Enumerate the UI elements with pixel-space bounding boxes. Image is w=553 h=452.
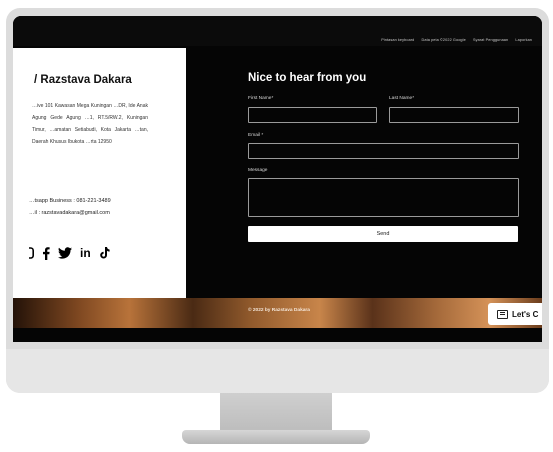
map-terms-link[interactable]: Syarat Penggunaan (473, 38, 508, 42)
twitter-icon[interactable] (58, 247, 72, 259)
first-name-label: First Name* (248, 96, 274, 101)
monitor-stand-base (182, 430, 370, 444)
last-name-label: Last Name* (389, 96, 415, 101)
social-links: in (29, 246, 110, 260)
monitor-stand-neck (220, 393, 332, 433)
form-title: Nice to hear from you (248, 72, 367, 84)
message-label: Message (248, 168, 268, 173)
last-name-input[interactable] (389, 107, 519, 123)
facebook-icon[interactable] (42, 246, 50, 260)
map-attribution: Pintasan keyboard Data peta ©2022 Google… (375, 38, 532, 42)
address-text: …ive 101 Kawasan Mega Kuningan …DR, Ide … (32, 103, 148, 145)
monitor: Pintasan keyboard Data peta ©2022 Google… (6, 8, 549, 393)
contact-info-panel: / Razstava Dakara …ive 101 Kawasan Mega … (13, 48, 186, 298)
map-keyboard-shortcuts-link[interactable]: Pintasan keyboard (381, 38, 414, 42)
map-strip[interactable]: Pintasan keyboard Data peta ©2022 Google… (13, 16, 542, 46)
monitor-chin (6, 349, 549, 393)
chat-button[interactable]: Let's C (488, 303, 542, 325)
footer-copyright: © 2022 by Razstava Dakara (248, 308, 310, 313)
map-data-credit: Data peta ©2022 Google (421, 38, 466, 42)
linkedin-icon[interactable]: in (80, 246, 91, 260)
send-button[interactable]: Send (248, 226, 518, 242)
brand-name: / Razstava Dakara (34, 74, 132, 86)
whatsapp-line: …tsapp Business : 081-221-3489 (29, 198, 111, 204)
instagram-icon[interactable] (29, 247, 34, 259)
email-label: Email * (248, 133, 264, 138)
footer: © 2022 by Razstava Dakara Let's C (13, 298, 542, 328)
chat-label: Let's C (512, 309, 539, 319)
email-line: …il : razstavadakara@gmail.com (29, 210, 110, 216)
chat-icon (497, 309, 508, 319)
tiktok-icon[interactable] (99, 247, 110, 259)
screen: Pintasan keyboard Data peta ©2022 Google… (13, 16, 542, 342)
first-name-input[interactable] (248, 107, 377, 123)
email-input[interactable] (248, 143, 519, 159)
map-report-link[interactable]: Laporkan (515, 38, 532, 42)
message-textarea[interactable] (248, 178, 519, 217)
